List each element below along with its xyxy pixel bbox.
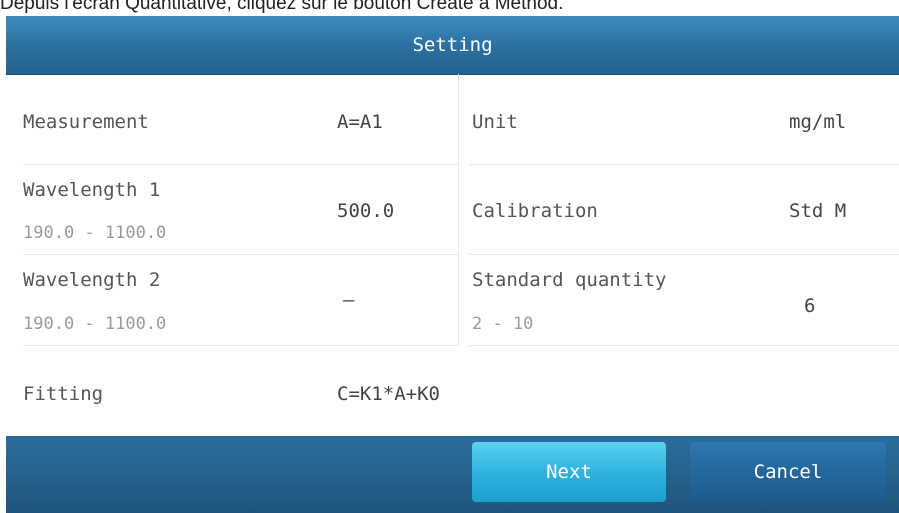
dialog-title: Setting (412, 34, 493, 56)
wavelength-1-range: 190.0 - 1100.0 (23, 223, 167, 243)
calibration-value[interactable]: Std M (789, 200, 846, 222)
unit-label: Unit (472, 111, 518, 133)
row-divider (468, 164, 899, 165)
calibration-label: Calibration (472, 200, 598, 222)
dialog-footer: Next Cancel (6, 436, 899, 513)
wavelength-1-label: Wavelength 1 (23, 179, 161, 201)
dialog-titlebar: Setting (6, 16, 899, 75)
row-divider (468, 345, 899, 346)
fitting-value[interactable]: C=K1*A+K0 (337, 383, 440, 405)
row-divider (468, 254, 899, 255)
cancel-button[interactable]: Cancel (690, 442, 886, 502)
measurement-label: Measurement (23, 111, 149, 133)
next-button[interactable]: Next (472, 442, 666, 502)
wavelength-1-value[interactable]: 500.0 (337, 200, 394, 222)
row-divider (23, 345, 459, 346)
fitting-label: Fitting (23, 383, 104, 405)
wavelength-2-range: 190.0 - 1100.0 (23, 314, 167, 334)
wavelength-2-label: Wavelength 2 (23, 269, 161, 291)
standard-quantity-value[interactable]: 6 (804, 295, 815, 317)
standard-quantity-range: 2 - 10 (472, 314, 534, 334)
row-divider (23, 164, 459, 165)
wavelength-2-value[interactable]: — (343, 289, 354, 311)
setting-dialog: Setting Measurement A=A1 Unit mg/ml Wave… (6, 16, 899, 513)
measurement-value[interactable]: A=A1 (337, 111, 383, 133)
instruction-caption: Depuis l'écran Quantitative, cliquez sur… (0, 0, 564, 14)
standard-quantity-label: Standard quantity (472, 269, 667, 291)
column-divider (458, 74, 459, 346)
row-divider (23, 254, 459, 255)
unit-value[interactable]: mg/ml (789, 111, 846, 133)
